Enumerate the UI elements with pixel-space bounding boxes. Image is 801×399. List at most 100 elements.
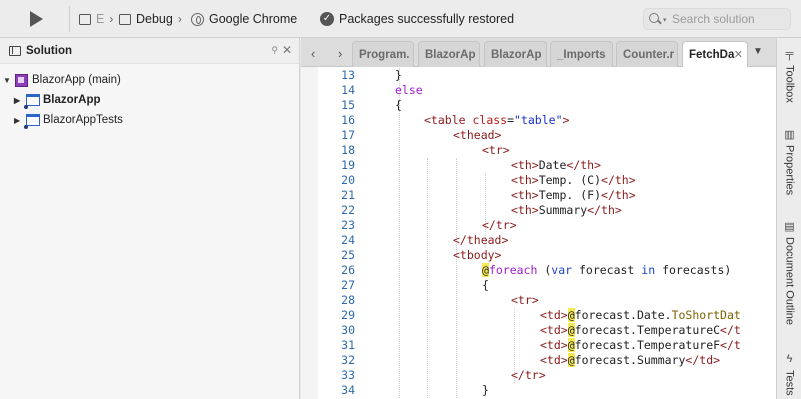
line-number: 13 <box>341 68 355 82</box>
code-line: 17 <thead> <box>301 128 776 143</box>
main-toolbar: E › Debug › Google Chrome ✓ Packages suc… <box>0 0 801 38</box>
tree-item-project[interactable]: ▶ BlazorAppTests <box>14 111 123 129</box>
tab-label: Program. <box>359 49 410 61</box>
code-line: 25 <tbody> <box>301 248 776 263</box>
search-input[interactable] <box>672 12 790 26</box>
properties-icon: ▥ <box>784 129 795 141</box>
build-mode-label: Debug <box>136 12 173 26</box>
document-tab[interactable]: BlazorAp <box>418 41 480 67</box>
search-box[interactable]: ▾ <box>643 8 791 30</box>
lightning-icon: ϟ <box>786 353 793 365</box>
document-outline-icon: ▤ <box>784 221 795 233</box>
document-tab[interactable]: Program. <box>352 41 414 67</box>
pin-icon[interactable]: ⚲ <box>271 45 278 56</box>
code-line: 21 <th>Temp. (F)</th> <box>301 188 776 203</box>
run-target-selector[interactable]: Google Chrome <box>191 11 297 27</box>
code-line: 26 @foreach (var forecast in forecasts) <box>301 263 776 278</box>
code-line: 23 </tr> <box>301 218 776 233</box>
code-line: 32 <td>@forecast.Summary</td> <box>301 353 776 368</box>
code-line: 16 <table class="table"> <box>301 113 776 128</box>
globe-icon <box>191 12 204 26</box>
run-button[interactable] <box>30 11 43 27</box>
solution-icon <box>15 73 28 87</box>
line-number: 32 <box>341 353 355 367</box>
tab-label: Counter.r <box>623 49 675 61</box>
solution-pane: Solution ⚲ ✕ ▼ BlazorApp (main) ▶ Blazor… <box>0 38 300 399</box>
chevron-right-icon: › <box>177 12 182 26</box>
line-number: 31 <box>341 338 355 352</box>
code-line: 28 <tr> <box>301 293 776 308</box>
code-line: 24 </thead> <box>301 233 776 248</box>
configuration-selector[interactable]: E › <box>79 11 113 27</box>
document-tab[interactable]: Counter.r <box>616 41 678 67</box>
toolbox-label: Toolbox <box>783 65 796 103</box>
line-number: 15 <box>341 98 355 112</box>
back-icon[interactable]: ‹ <box>311 46 315 61</box>
forward-icon[interactable]: › <box>338 46 342 61</box>
code-line: 19 <th>Date</th> <box>301 158 776 173</box>
collapsed-arrow-icon[interactable]: ▶ <box>14 96 26 105</box>
properties-label: Properties <box>783 145 796 196</box>
status-area: ✓ Packages successfully restored <box>320 11 514 27</box>
tree-item-solution[interactable]: ▼ BlazorApp (main) <box>3 71 121 89</box>
solution-pane-header: Solution <box>0 38 299 64</box>
build-mode-icon <box>119 13 131 25</box>
code-line: 18 <tr> <box>301 143 776 158</box>
solution-panel-icon <box>9 45 21 56</box>
document-tab[interactable]: BlazorAp <box>484 41 547 67</box>
close-icon[interactable]: ✕ <box>734 42 743 67</box>
tests-label: Tests <box>783 370 796 396</box>
code-line: 15{ <box>301 98 776 113</box>
code-line: 22 <th>Summary</th> <box>301 203 776 218</box>
close-icon[interactable]: ✕ <box>282 43 292 57</box>
collapsed-arrow-icon[interactable]: ▶ <box>14 116 26 125</box>
line-number: 29 <box>341 308 355 322</box>
project-icon <box>24 114 40 129</box>
line-number: 28 <box>341 293 355 307</box>
toolbox-icon: ╤ <box>785 48 794 60</box>
properties-pad-button[interactable]: ▥ Properties <box>777 128 801 195</box>
line-number: 30 <box>341 323 355 337</box>
code-line: 13} <box>301 68 776 83</box>
tests-pad-button[interactable]: ϟ Tests <box>777 353 801 396</box>
tab-label: FetchDa <box>689 49 735 61</box>
line-number: 20 <box>341 173 355 187</box>
code-line: 31 <td>@forecast.TemperatureF</t <box>301 338 776 353</box>
code-line: 29 <td>@forecast.Date.ToShortDat <box>301 308 776 323</box>
tab-label: BlazorAp <box>425 49 476 61</box>
chevron-right-icon: › <box>109 12 114 26</box>
document-outline-pad-button[interactable]: ▤ Document Outline <box>777 220 801 325</box>
configuration-label: E <box>96 12 105 26</box>
run-target-label: Google Chrome <box>209 12 298 26</box>
checkmark-icon: ✓ <box>320 12 334 26</box>
code-line: 14 else <box>301 83 776 98</box>
code-line: 27{ <box>301 278 776 293</box>
line-number: 21 <box>341 188 355 202</box>
line-number: 16 <box>341 113 355 127</box>
code-lines[interactable]: 13} 14 else 15{ 16 <table class="table"> 1… <box>301 68 776 398</box>
document-outline-label: Document Outline <box>783 237 796 326</box>
chevron-down-icon[interactable]: ▼ <box>753 46 763 57</box>
line-number: 19 <box>341 158 355 172</box>
document-tab[interactable]: _Imports <box>550 41 613 67</box>
code-line: 20 <th>Temp. (C)</th> <box>301 173 776 188</box>
code-line: 33 </tr> <box>301 368 776 383</box>
tree-item-label: BlazorApp (main) <box>32 74 121 86</box>
line-number: 24 <box>341 233 355 247</box>
line-number: 18 <box>341 143 355 157</box>
line-number: 14 <box>341 83 355 97</box>
document-tab-active[interactable]: FetchDa ✕ <box>682 41 748 67</box>
project-icon <box>24 94 40 109</box>
tree-item-label: BlazorApp <box>43 94 101 106</box>
build-mode-selector[interactable]: Debug › <box>119 11 182 27</box>
code-line: 30 <td>@forecast.TemperatureC</t <box>301 323 776 338</box>
toolbox-pad-button[interactable]: ╤ Toolbox <box>777 48 801 103</box>
expanded-arrow-icon[interactable]: ▼ <box>3 76 15 85</box>
tree-item-project[interactable]: ▶ BlazorApp <box>14 91 101 109</box>
line-number: 23 <box>341 218 355 232</box>
tree-item-label: BlazorAppTests <box>43 114 123 126</box>
code-editor: ‹ › Program. BlazorAp BlazorAp _Imports … <box>301 38 776 399</box>
line-number: 25 <box>341 248 355 262</box>
line-number: 34 <box>341 383 355 397</box>
tab-label: BlazorAp <box>491 49 542 61</box>
